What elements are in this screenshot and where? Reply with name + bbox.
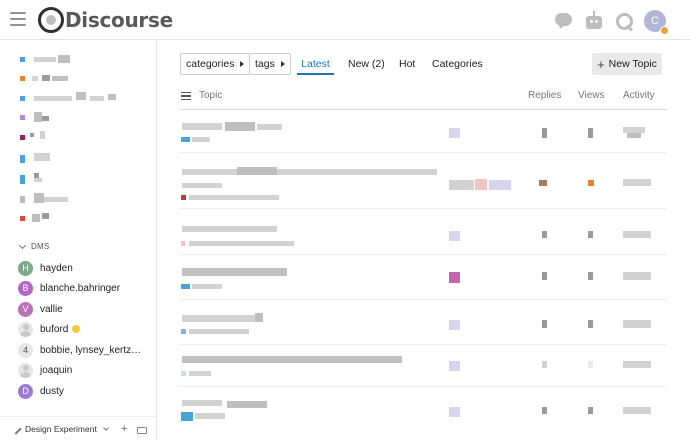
column-header-activity[interactable]: Activity [623, 90, 655, 101]
chevron-down-icon [102, 425, 109, 431]
keyboard-icon[interactable] [137, 427, 147, 434]
caret-right-icon [240, 61, 245, 67]
sidebar-category-item[interactable] [20, 131, 80, 143]
tab-hot[interactable]: Hot [399, 53, 415, 75]
categories-dropdown-label: categories [186, 58, 235, 70]
row-divider [179, 299, 667, 300]
category-color-icon [20, 155, 25, 163]
avatar: D [18, 383, 33, 399]
theme-selector[interactable]: Design Experiment [10, 423, 109, 435]
plus-icon[interactable]: + [121, 423, 127, 435]
header-divider [179, 109, 667, 110]
column-header-replies[interactable]: Replies [528, 90, 561, 101]
sidebar-category-item[interactable] [20, 153, 80, 163]
row-divider [179, 386, 667, 387]
default-avatar-icon [18, 362, 33, 378]
column-header-topic[interactable]: Topic [199, 90, 222, 101]
sidebar-category-item[interactable] [20, 92, 130, 104]
main-content: categories tags Latest New (2) Hot Categ… [157, 41, 690, 440]
avatar: B [18, 280, 33, 296]
theme-label: Design Experiment [25, 424, 97, 434]
dms-section-header[interactable]: DMS [18, 241, 50, 251]
sidebar-category-item[interactable] [20, 213, 80, 224]
categories-dropdown[interactable]: categories [180, 53, 251, 75]
category-color-icon [20, 96, 25, 101]
dm-item[interactable]: B blanche.bahringer [18, 280, 120, 296]
dm-name: joaquin [40, 364, 73, 376]
dm-item[interactable]: buford [18, 321, 81, 337]
smiley-emoji-icon [72, 325, 81, 333]
category-color-icon [20, 196, 25, 203]
dm-name: blanche.bahringer [40, 282, 121, 294]
dm-name: vallie [40, 303, 63, 315]
column-header-views[interactable]: Views [578, 90, 605, 101]
category-color-icon [20, 76, 25, 81]
row-divider [179, 208, 667, 209]
site-logo[interactable]: Discourse [38, 6, 173, 34]
robot-icon[interactable] [584, 11, 604, 31]
bulk-select-icon[interactable] [181, 92, 191, 101]
logo-text: Discourse [65, 8, 173, 32]
category-color-icon [20, 57, 25, 62]
header-icons: C [554, 10, 669, 35]
tab-latest[interactable]: Latest [297, 53, 334, 75]
new-topic-button[interactable]: + New Topic [592, 53, 662, 75]
dm-item[interactable]: 4 bobbie, lynsey_kertz… [18, 342, 141, 358]
dm-name: buford [40, 323, 69, 335]
notification-badge [660, 26, 669, 35]
avatar-initial: C [651, 15, 659, 27]
search-icon[interactable] [614, 11, 634, 31]
dms-section-label: DMS [31, 242, 50, 251]
avatar: V [18, 301, 33, 317]
paintbrush-icon [10, 423, 22, 435]
plus-icon: + [597, 56, 605, 72]
sidebar-category-item[interactable] [20, 74, 80, 84]
avatar: H [18, 260, 33, 276]
dm-item[interactable]: D dusty [18, 383, 64, 399]
dm-name: dusty [40, 385, 64, 397]
category-color-icon [20, 135, 25, 140]
row-divider [179, 344, 667, 345]
sidebar-category-item[interactable] [20, 55, 80, 65]
discourse-logo-icon [38, 7, 64, 33]
new-topic-label: New Topic [608, 58, 657, 70]
site-header: Discourse C [0, 0, 690, 40]
sidebar-footer: Design Experiment + [0, 416, 156, 440]
hamburger-icon[interactable] [10, 12, 26, 26]
row-divider [179, 254, 667, 255]
tags-dropdown[interactable]: tags [249, 53, 291, 75]
sidebar: DMS H hayden B blanche.bahringer V valli… [0, 41, 157, 440]
dm-name: hayden [40, 262, 73, 274]
tab-categories[interactable]: Categories [432, 53, 483, 75]
default-avatar-icon [18, 321, 33, 337]
group-count-avatar: 4 [18, 342, 33, 358]
category-color-icon [20, 115, 25, 120]
category-color-icon [20, 216, 25, 221]
sidebar-category-item[interactable] [20, 193, 100, 204]
dm-item[interactable]: V vallie [18, 301, 63, 317]
tab-new[interactable]: New (2) [348, 53, 385, 75]
sidebar-category-item[interactable] [20, 112, 80, 123]
row-divider [179, 152, 667, 153]
dm-item[interactable]: H hayden [18, 260, 73, 276]
dm-name: bobbie, lynsey_kertz… [40, 344, 142, 356]
tags-dropdown-label: tags [255, 58, 275, 70]
dm-item[interactable]: joaquin [18, 362, 72, 378]
category-color-icon [20, 175, 25, 184]
chat-icon[interactable] [554, 11, 574, 31]
chevron-down-icon [18, 241, 27, 249]
user-avatar[interactable]: C [644, 10, 669, 35]
sidebar-category-item[interactable] [20, 173, 80, 184]
caret-right-icon [280, 61, 285, 67]
